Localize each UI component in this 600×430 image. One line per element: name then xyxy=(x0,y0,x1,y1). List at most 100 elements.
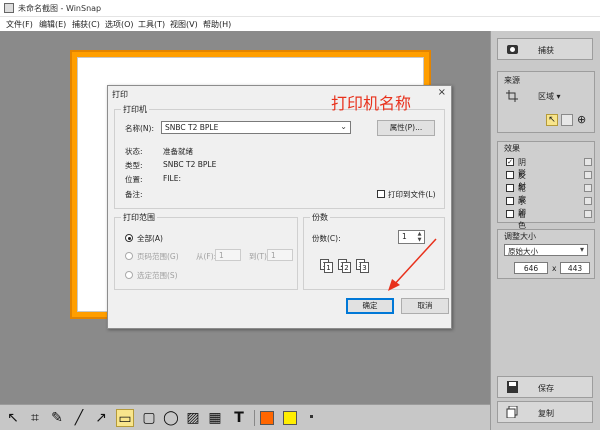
pointer-mode-icon[interactable]: ↖ xyxy=(546,114,558,126)
pen-tool-icon[interactable]: ✎ xyxy=(48,409,66,427)
resize-value: 原始大小 xyxy=(508,247,538,256)
rectangle-tool-icon[interactable]: ▭ xyxy=(116,409,134,427)
print-range-label: 打印范围 xyxy=(121,212,157,223)
where-label: 位置: xyxy=(125,175,143,184)
printer-name-value: SNBC T2 BPLE xyxy=(165,123,219,132)
close-icon[interactable]: × xyxy=(438,87,446,98)
resize-select[interactable]: 原始大小 ▾ xyxy=(504,244,588,256)
toolbar-divider xyxy=(254,410,255,426)
times-sign: x xyxy=(552,264,557,273)
print-to-file-checkbox[interactable] xyxy=(377,190,385,198)
line-tool-icon[interactable]: ╱ xyxy=(70,409,88,427)
arrow-tool-icon[interactable]: ↗ xyxy=(92,409,110,427)
properties-button[interactable]: 属性(P)... xyxy=(377,120,435,136)
collate-page-icon: 1 xyxy=(324,262,333,273)
printer-group-label: 打印机 xyxy=(121,104,149,115)
window-mode-icon[interactable] xyxy=(561,114,573,126)
effect-checkbox[interactable] xyxy=(506,171,514,179)
width-input[interactable]: 646 xyxy=(514,262,548,274)
effect-checkbox[interactable] xyxy=(506,184,514,192)
menu-tools[interactable]: 工具(T) xyxy=(138,19,165,30)
cancel-button[interactable]: 取消 xyxy=(401,298,449,314)
menu-options[interactable]: 选项(O) xyxy=(105,19,134,30)
camera-icon xyxy=(507,45,518,54)
range-selection-radio[interactable] xyxy=(125,271,133,279)
source-title: 来源 xyxy=(504,76,520,85)
print-range-group: 打印范围 全部(A) 页码范围(G) 从(F): 1 到(T): 1 选定范围(… xyxy=(114,212,298,290)
type-label: 类型: xyxy=(125,161,143,170)
effects-title: 效果 xyxy=(504,144,520,153)
save-label: 保存 xyxy=(538,384,554,393)
menu-bar: 文件(F) 编辑(E) 捕获(C) 选项(O) 工具(T) 视图(V) 帮助(H… xyxy=(0,17,600,31)
height-input[interactable]: 443 xyxy=(560,262,590,274)
capture-label: 捕获 xyxy=(538,46,554,55)
window-title: 未命名截图 - WinSnap xyxy=(18,4,102,13)
ok-button[interactable]: 确定 xyxy=(346,298,394,314)
effect-settings-button[interactable] xyxy=(584,158,592,166)
resize-title: 调整大小 xyxy=(504,232,536,241)
effect-checkbox[interactable]: ✓ xyxy=(506,158,514,166)
printer-name-label: 名称(N): xyxy=(125,124,154,133)
line-width-icon[interactable] xyxy=(310,415,313,418)
source-value: 区域 xyxy=(538,92,554,101)
floppy-disk-icon xyxy=(507,381,518,393)
effect-settings-button[interactable] xyxy=(584,171,592,179)
fill-color-swatch[interactable] xyxy=(283,411,297,425)
annotation-arrow-icon xyxy=(388,238,437,291)
effect-settings-button[interactable] xyxy=(584,184,592,192)
menu-file[interactable]: 文件(F) xyxy=(6,19,33,30)
from-input[interactable]: 1 xyxy=(215,249,241,261)
rounded-rect-tool-icon[interactable]: ▢ xyxy=(140,409,158,427)
type-value: SNBC T2 BPLE xyxy=(163,160,217,169)
title-bar: 未命名截图 - WinSnap xyxy=(0,0,600,17)
chevron-down-icon: ▾ xyxy=(556,92,561,101)
range-all-radio[interactable] xyxy=(125,234,133,242)
range-selection-label: 选定范围(S) xyxy=(137,271,178,280)
copy-label: 复制 xyxy=(538,409,554,418)
range-pages-radio[interactable] xyxy=(125,252,133,260)
source-select[interactable]: 区域 ▾ xyxy=(538,91,561,102)
menu-capture[interactable]: 捕获(C) xyxy=(72,19,100,30)
dialog-title: 打印 xyxy=(112,90,128,99)
effect-checkbox[interactable] xyxy=(506,210,514,218)
collate-page-icon: 3 xyxy=(360,262,369,273)
text-tool-icon[interactable]: T xyxy=(230,409,248,427)
chevron-down-icon: ⌄ xyxy=(340,122,347,131)
status-value: 准备就绪 xyxy=(163,147,193,156)
comment-label: 备注: xyxy=(125,190,143,199)
blur-tool-icon[interactable]: ▦ xyxy=(206,409,224,427)
stroke-color-swatch[interactable] xyxy=(260,411,274,425)
menu-edit[interactable]: 编辑(E) xyxy=(39,19,66,30)
crop-tool-icon[interactable]: ⌗ xyxy=(26,409,44,427)
printer-group: 打印机 名称(N): SNBC T2 BPLE ⌄ 属性(P)... 状态: 准… xyxy=(114,104,445,209)
effects-section: 效果 ✓ 阴影 反射 轮廓 水印 着色 xyxy=(497,141,595,230)
region-crop-icon xyxy=(506,90,518,102)
print-to-file-label: 打印到文件(L) xyxy=(388,190,436,199)
range-all-label: 全部(A) xyxy=(137,234,163,243)
status-label: 状态: xyxy=(125,147,143,156)
drawing-toolbar: ↖ ⌗ ✎ ╱ ↗ ▭ ▢ ◯ ▨ ▦ T xyxy=(0,404,490,430)
menu-view[interactable]: 视图(V) xyxy=(170,19,198,30)
save-button[interactable]: 保存 xyxy=(497,376,593,398)
effect-label: 着色 xyxy=(518,210,526,230)
hatch-tool-icon[interactable]: ▨ xyxy=(184,409,202,427)
effect-settings-button[interactable] xyxy=(584,197,592,205)
copies-group-label: 份数 xyxy=(310,212,330,223)
where-value: FILE: xyxy=(163,174,181,183)
copy-button[interactable]: 复制 xyxy=(497,401,593,423)
menu-help[interactable]: 帮助(H) xyxy=(203,19,231,30)
capture-button[interactable]: 捕获 xyxy=(497,38,593,60)
effect-settings-button[interactable] xyxy=(584,210,592,218)
ellipse-tool-icon[interactable]: ◯ xyxy=(162,409,180,427)
effect-checkbox[interactable] xyxy=(506,197,514,205)
copy-icon xyxy=(506,406,518,418)
chevron-down-icon: ▾ xyxy=(579,245,584,254)
to-input[interactable]: 1 xyxy=(267,249,293,261)
app-icon xyxy=(4,3,14,13)
printer-name-select[interactable]: SNBC T2 BPLE ⌄ xyxy=(161,121,351,134)
add-icon[interactable]: ⊕ xyxy=(577,113,586,126)
source-section: 来源 区域 ▾ ↖ ⊕ xyxy=(497,71,595,133)
copies-label: 份数(C): xyxy=(312,234,341,243)
right-panel: 捕获 来源 区域 ▾ ↖ ⊕ 效果 ✓ 阴影 反射 轮廓 水印 着色 调整大小 原… xyxy=(490,31,600,430)
pointer-tool-icon[interactable]: ↖ xyxy=(4,409,22,427)
